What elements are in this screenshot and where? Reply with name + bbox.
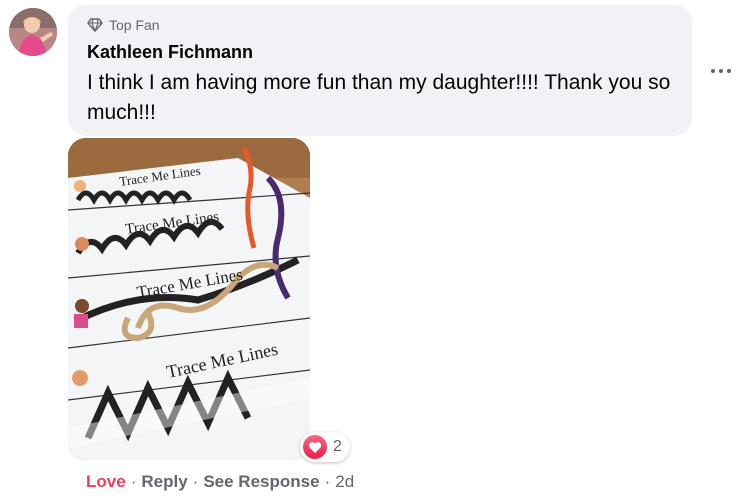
separator: · <box>192 472 199 491</box>
avatar[interactable] <box>9 8 57 56</box>
attached-photo[interactable]: Trace Me Lines Trace Me Lines Trace Me L… <box>68 138 310 460</box>
diamond-icon <box>87 18 103 32</box>
comment-actions: Love · Reply · See Response · 2d <box>86 472 354 492</box>
top-fan-badge[interactable]: Top Fan <box>87 17 160 33</box>
separator: · <box>324 472 331 491</box>
badge-label: Top Fan <box>109 17 160 33</box>
comment-text: I think I am having more fun than my dau… <box>87 71 671 124</box>
comment-bubble: Top Fan Kathleen Fichmann I think I am h… <box>68 5 692 136</box>
see-response-button[interactable]: See Response <box>203 472 319 492</box>
more-options-button[interactable] <box>707 59 735 83</box>
reaction-summary[interactable]: 2 <box>300 432 350 462</box>
separator: · <box>130 472 137 491</box>
more-options-icon <box>711 69 731 73</box>
worksheet-title-4: Trace Me Lines <box>165 339 280 382</box>
worksheet-title-1: Trace Me Lines <box>118 163 201 189</box>
worksheet-title-3: Trace Me Lines <box>135 265 244 302</box>
heart-icon <box>308 441 322 453</box>
love-reaction <box>303 435 327 459</box>
love-button[interactable]: Love <box>86 472 126 492</box>
timestamp[interactable]: 2d <box>335 472 354 492</box>
author-name[interactable]: Kathleen Fichmann <box>87 42 253 63</box>
avatar-photo <box>9 8 57 56</box>
reply-button[interactable]: Reply <box>141 472 187 492</box>
reaction-count: 2 <box>333 438 342 455</box>
worksheet-text: Trace Me Lines Trace Me Lines Trace Me L… <box>118 163 280 382</box>
worksheet-title-2: Trace Me Lines <box>124 209 220 238</box>
